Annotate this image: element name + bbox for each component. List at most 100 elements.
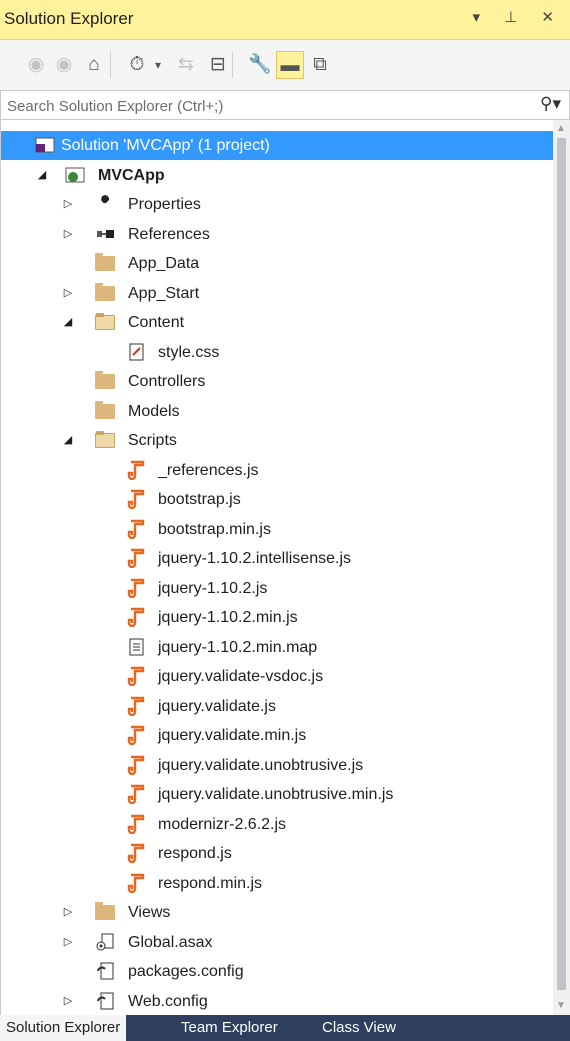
tree-item[interactable]: ◢ MVCApp: [1, 161, 554, 190]
tree-item-label: jquery-1.10.2.js: [158, 579, 268, 597]
tree-item[interactable]: respond.js: [1, 839, 554, 868]
tree-item[interactable]: modernizr-2.6.2.js: [1, 810, 554, 839]
expander-arrow-icon[interactable]: ▷: [61, 987, 75, 1016]
tree-item[interactable]: jquery-1.10.2.intellisense.js: [1, 544, 554, 573]
scroll-down-arrow-icon[interactable]: ▼: [556, 1000, 566, 1011]
tree-item[interactable]: ▷ References: [1, 220, 554, 249]
forward-icon[interactable]: ◉: [50, 51, 78, 79]
folder-icon: [95, 400, 115, 421]
properties-icon[interactable]: 🔧: [246, 51, 274, 79]
css-file-icon: [127, 342, 147, 362]
expander-arrow-icon[interactable]: ▷: [61, 898, 75, 927]
show-all-files-icon[interactable]: ⧉: [306, 51, 334, 79]
js-file-icon: [127, 814, 147, 834]
tree-item[interactable]: ▷ Global.asax: [1, 928, 554, 957]
search-icon[interactable]: ⚲▾: [540, 94, 561, 114]
panel-title: Solution Explorer: [4, 9, 134, 28]
preview-selected-icon[interactable]: ▬: [276, 51, 304, 79]
tree-item[interactable]: _references.js: [1, 456, 554, 485]
sync-icon[interactable]: ⇆: [172, 51, 200, 79]
scrollbar-thumb[interactable]: [557, 138, 566, 990]
dropdown-icon[interactable]: ▾: [151, 51, 165, 79]
tree-item[interactable]: ▷ Views: [1, 898, 554, 927]
tree-item[interactable]: jquery.validate-vsdoc.js: [1, 662, 554, 691]
tree-item-label: bootstrap.min.js: [158, 520, 271, 538]
js-file-icon: [127, 784, 147, 804]
tab-team-explorer[interactable]: Team Explorer: [175, 1015, 284, 1041]
tree-item-label: modernizr-2.6.2.js: [158, 815, 287, 833]
expander-arrow-icon[interactable]: ▷: [61, 220, 75, 249]
tree-item[interactable]: style.css: [1, 338, 554, 367]
tree-item-label: jquery.validate.min.js: [158, 727, 307, 744]
js-file-icon: [127, 519, 147, 539]
tree-item[interactable]: respond.min.js: [1, 869, 554, 898]
tree-item-label: jquery-1.10.2.min.map: [158, 638, 318, 656]
tree-item-label: packages.config: [128, 963, 244, 980]
expander-arrow-icon[interactable]: ▷: [61, 190, 75, 219]
tree-item[interactable]: ▷ App_Start: [1, 279, 554, 308]
folder-icon: [95, 371, 115, 391]
js-file-icon: [127, 548, 147, 568]
tree-item-label: Controllers: [128, 373, 206, 390]
tree-item[interactable]: ◢ Content: [1, 308, 554, 337]
solution-explorer-toolbar: ◉ ◉ ⌂ ⏱ ▾ ⇆ ⊟ 🔧 ▬ ⧉: [0, 40, 570, 90]
tree-item[interactable]: jquery.validate.unobtrusive.js: [1, 751, 554, 780]
home-icon[interactable]: ⌂: [80, 51, 108, 79]
js-file-icon: [127, 607, 147, 627]
tree-item-label: MVCApp: [98, 166, 165, 184]
back-icon[interactable]: ◉: [22, 51, 50, 79]
tab-class-view[interactable]: Class View: [316, 1015, 402, 1041]
expander-arrow-icon[interactable]: ▷: [61, 279, 75, 308]
tree-item-label: Views: [128, 904, 171, 921]
tree-item-label: App_Data: [128, 255, 200, 272]
panel-window-controls[interactable]: ▾ ⊥ ✕: [473, 8, 565, 26]
toolbar-separator: [110, 52, 111, 78]
expander-arrow-icon[interactable]: ◢: [61, 308, 75, 337]
tree-item-label: jquery.validate.js: [158, 697, 276, 715]
tree-item[interactable]: Controllers: [1, 367, 554, 396]
tree-item[interactable]: packages.config: [1, 957, 554, 986]
expander-arrow-icon[interactable]: ▷: [61, 928, 75, 957]
tree-item[interactable]: ▷ Web.config: [1, 987, 554, 1016]
expander-arrow-icon[interactable]: ◢: [35, 161, 49, 190]
collapse-all-icon[interactable]: ⊟: [204, 51, 232, 79]
tree-item[interactable]: jquery.validate.js: [1, 692, 554, 721]
tree-item[interactable]: App_Data: [1, 249, 554, 278]
toolbar-separator: [232, 52, 233, 78]
js-file-icon: [127, 755, 147, 775]
map-file-icon: [127, 637, 147, 657]
tree-item-label: App_Start: [128, 284, 200, 302]
search-input[interactable]: [5, 93, 529, 119]
tree-item-label: References: [128, 225, 210, 243]
tree-item-label: jquery.validate.unobtrusive.min.js: [158, 786, 394, 803]
tree-item[interactable]: jquery-1.10.2.js: [1, 574, 554, 603]
tab-solution-explorer[interactable]: Solution Explorer: [0, 1015, 127, 1041]
tree-item-label: Global.asax: [128, 933, 213, 951]
tree-item[interactable]: bootstrap.min.js: [1, 515, 554, 544]
pending-changes-filter-icon[interactable]: ⏱: [123, 51, 151, 79]
tree-item[interactable]: bootstrap.js: [1, 485, 554, 514]
panel-title-bar: Solution Explorer ▾ ⊥ ✕: [0, 0, 570, 40]
js-file-icon: [127, 460, 147, 480]
config-file-icon: [95, 991, 115, 1011]
tree-item[interactable]: jquery.validate.unobtrusive.min.js: [1, 780, 554, 809]
tree-item[interactable]: ◢ Scripts: [1, 426, 554, 455]
tree-item-label: jquery-1.10.2.intellisense.js: [158, 550, 351, 567]
tree-item[interactable]: jquery-1.10.2.min.map: [1, 633, 554, 662]
tree-item-label: respond.min.js: [158, 874, 263, 892]
tree-item-label: Models: [128, 402, 180, 420]
tree-item[interactable]: jquery-1.10.2.min.js: [1, 603, 554, 632]
tree-item[interactable]: Solution 'MVCApp' (1 project): [1, 131, 554, 160]
scroll-up-arrow-icon[interactable]: ▲: [556, 123, 566, 134]
vertical-scrollbar[interactable]: ▲ ▼: [553, 120, 570, 1015]
tree-item-label: _references.js: [158, 461, 259, 479]
tree-item[interactable]: ▷ Properties: [1, 190, 554, 219]
expander-arrow-icon[interactable]: ◢: [61, 426, 75, 455]
tree-item[interactable]: Models: [1, 397, 554, 426]
asax-file-icon: [95, 932, 115, 952]
tree-item-label: style.css: [158, 343, 220, 361]
js-file-icon: [127, 578, 147, 598]
tree-item-label: Properties: [128, 196, 201, 213]
tree-item[interactable]: jquery.validate.min.js: [1, 721, 554, 750]
js-file-icon: [127, 873, 147, 893]
